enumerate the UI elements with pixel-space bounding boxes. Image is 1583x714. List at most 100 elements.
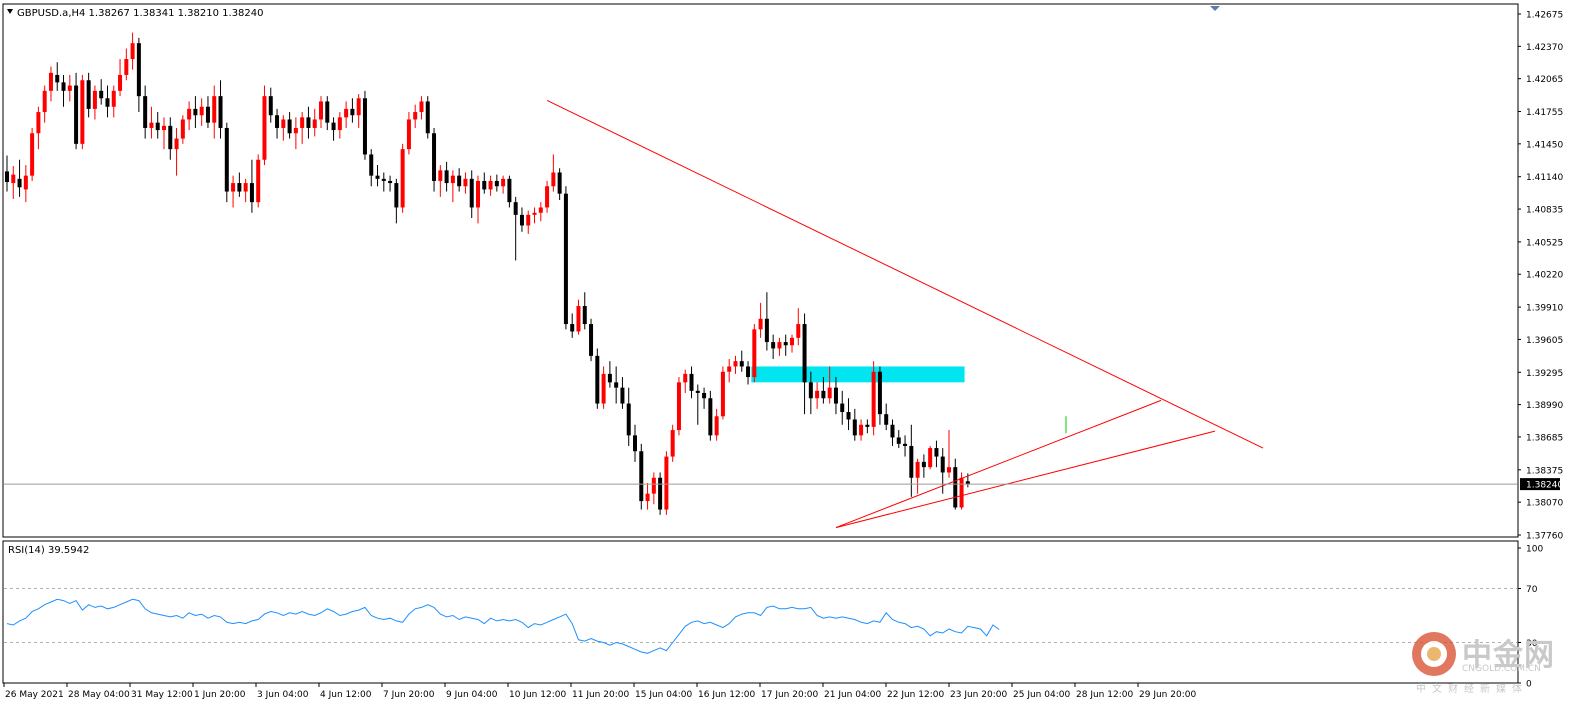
candle-body — [695, 390, 700, 393]
watermark-domain: CNGOLD.COM.CN — [1462, 664, 1541, 674]
time-tick-label: 22 Jun 12:00 — [887, 690, 944, 700]
candle-body — [482, 180, 487, 190]
candle-body — [633, 435, 637, 452]
candle-body — [312, 119, 317, 128]
candle-body — [557, 172, 562, 194]
candle-body — [74, 85, 79, 144]
candle-body — [859, 424, 864, 436]
candle-body — [23, 175, 28, 190]
time-tick-label: 17 Jun 20:00 — [761, 690, 818, 700]
candle-body — [99, 90, 104, 99]
candle-body — [570, 324, 575, 332]
candle-body — [670, 430, 675, 457]
current-price-label: 1.38240 — [1526, 481, 1563, 491]
candle — [928, 445, 933, 470]
candle-body — [130, 43, 135, 60]
candle-body — [237, 183, 242, 192]
candle-body — [783, 342, 788, 346]
candle-body — [959, 477, 964, 508]
candle-body — [595, 355, 600, 404]
candle-body — [450, 175, 455, 184]
candle-body — [432, 133, 437, 181]
candle — [639, 443, 644, 510]
candle-body — [11, 174, 16, 184]
candle-body — [268, 96, 273, 116]
candle-body — [375, 175, 380, 179]
candle-body — [425, 101, 430, 134]
price-tick-label: 1.39605 — [1526, 336, 1563, 346]
candle-body — [702, 392, 707, 399]
candle-body — [808, 382, 813, 399]
candle-body — [777, 342, 782, 349]
rsi-panel-frame — [2, 540, 1519, 684]
candle-body — [645, 493, 650, 502]
candle-body — [626, 403, 631, 436]
watermark-slogan: 中文财经新媒体 — [1416, 684, 1528, 695]
candle-body — [909, 445, 914, 478]
candle-body — [689, 373, 694, 391]
candle-body — [538, 207, 543, 213]
candle — [256, 154, 261, 208]
candle-body — [174, 138, 179, 150]
candle-body — [921, 461, 926, 468]
candle-body — [350, 108, 355, 116]
rsi-header: RSI(14) 39.5942 — [8, 545, 89, 556]
candle-body — [337, 117, 342, 131]
candle — [224, 122, 229, 203]
candle-body — [620, 387, 625, 404]
time-tick-label: 25 Jun 04:00 — [1013, 690, 1070, 700]
candle-body — [155, 122, 160, 131]
time-tick-label: 7 Jun 20:00 — [383, 690, 435, 700]
candle — [595, 348, 600, 409]
price-tick-label: 1.42065 — [1526, 75, 1563, 85]
candle-body — [275, 115, 280, 128]
candle-body — [124, 59, 129, 75]
candle — [670, 424, 675, 462]
resistance-zone — [751, 366, 965, 383]
price-tick-label: 1.37760 — [1526, 532, 1563, 542]
chart-canvas[interactable]: 1.42675 1.42370 1.42065 1.41755 1.41450 1.411… — [0, 0, 1583, 710]
candle-body — [953, 467, 958, 508]
rsi-tick-label: 100 — [1526, 545, 1543, 555]
watermark: 中金网 CNGOLD.COM.CN 中文财经新媒体 — [1412, 630, 1562, 695]
candle-body — [940, 456, 945, 473]
candle — [676, 377, 681, 436]
candle-body — [293, 127, 298, 134]
candle-body — [746, 366, 751, 378]
candle-body — [928, 448, 933, 468]
time-tick-label: 4 Jun 12:00 — [320, 690, 372, 700]
price-tick-label: 1.38070 — [1526, 499, 1563, 509]
candle-body — [871, 371, 876, 427]
candle-body — [281, 119, 286, 128]
candle-body — [846, 412, 851, 420]
candle-body — [48, 72, 53, 91]
candle-body — [86, 80, 91, 109]
candle-body — [30, 133, 35, 176]
candle-body — [67, 85, 72, 91]
time-tick-label: 23 Jun 20:00 — [950, 690, 1007, 700]
candle-body — [193, 108, 198, 116]
candle-body — [658, 477, 663, 510]
candle — [589, 318, 594, 362]
candle-body — [513, 202, 518, 215]
candle-body — [614, 382, 619, 388]
candle-body — [149, 122, 154, 128]
candle — [664, 451, 669, 515]
price-tick-label: 1.40220 — [1526, 271, 1563, 281]
candle-body — [764, 318, 769, 343]
candle-body — [218, 96, 223, 128]
price-tick-label: 1.42370 — [1526, 43, 1563, 53]
candle-body — [821, 390, 826, 399]
watermark-logo-icon — [1412, 632, 1456, 676]
candle-body — [256, 159, 261, 203]
candle-body — [884, 414, 889, 425]
price-tick-label: 1.40525 — [1526, 238, 1563, 248]
candle-body — [231, 183, 236, 192]
candle-body — [589, 324, 594, 356]
candle-body — [840, 403, 845, 413]
candle-body — [319, 101, 323, 120]
candle-body — [507, 178, 512, 203]
candle-body — [532, 212, 537, 215]
candle-body — [262, 96, 267, 160]
candle-body — [143, 96, 148, 128]
